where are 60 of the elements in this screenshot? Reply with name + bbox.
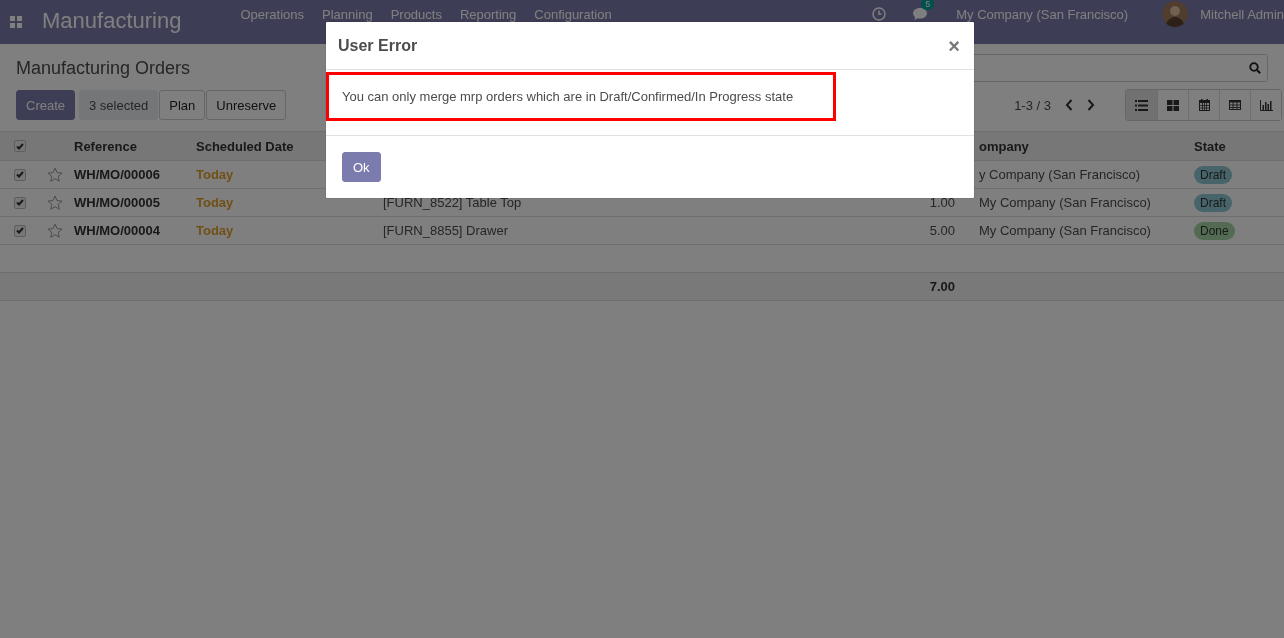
action-button[interactable]: Unreserve — [206, 90, 287, 120]
table-cell: 5.00 — [929, 223, 955, 238]
table-cell: My Company (San Francisco) — [979, 195, 1151, 210]
menu-item[interactable]: Products — [381, 6, 451, 22]
close-button[interactable]: × — [946, 35, 962, 56]
error-message: You can only merge mrp orders which are in Draft/Confirmed/In Progress state — [326, 72, 836, 121]
table-view-icon — [1229, 100, 1241, 110]
breadcrumb: Manufacturing Orders — [16, 57, 191, 79]
company-switcher[interactable]: My Company (San Francisco) — [956, 6, 1129, 22]
kanban-view-icon — [1167, 99, 1179, 111]
view-switch-button[interactable] — [1126, 90, 1157, 120]
user-name[interactable]: Mitchell Admin — [1200, 6, 1284, 22]
notification-badge: 5 — [921, 0, 935, 10]
table-cell: Today — [196, 167, 234, 182]
menu-item[interactable]: Configuration — [525, 6, 621, 22]
menu-item[interactable]: Planning — [313, 6, 382, 22]
table-cell: My Company (San Francisco) — [979, 223, 1151, 238]
table-cell: Today — [196, 195, 234, 210]
apps-menu-icon[interactable] — [10, 16, 22, 28]
table-cell: WH/MO/00005 — [74, 195, 160, 210]
star-icon[interactable] — [47, 167, 63, 182]
table-cell: WH/MO/00004 — [74, 223, 160, 238]
checkbox[interactable] — [14, 224, 26, 237]
star-icon[interactable] — [47, 223, 63, 238]
table-cell: 1.00 — [929, 195, 955, 210]
pager-value[interactable]: 1-3 / 3 — [1014, 97, 1051, 113]
total-value: 7.00 — [929, 279, 955, 294]
clock-icon[interactable] — [872, 7, 887, 21]
column-header[interactable]: State — [1190, 132, 1262, 160]
view-switch-button[interactable] — [1250, 90, 1281, 120]
app-title[interactable]: Manufacturing — [42, 8, 182, 34]
next-icon[interactable] — [1087, 99, 1095, 111]
list-view-icon — [1135, 99, 1148, 111]
menu-item[interactable]: Reporting — [450, 6, 526, 22]
previous-icon[interactable] — [1065, 99, 1073, 111]
ok-button[interactable]: Ok — [342, 152, 381, 182]
status-badge: Draft — [1194, 193, 1232, 212]
search-icon[interactable] — [1249, 62, 1261, 74]
table-cell: WH/MO/00006 — [74, 167, 160, 182]
star-icon[interactable] — [47, 195, 63, 210]
column-header[interactable]: Reference — [70, 132, 192, 160]
user-avatar[interactable] — [1162, 1, 1189, 27]
status-badge: Done — [1194, 221, 1235, 240]
action-button[interactable]: 3 selected — [79, 90, 159, 120]
table-cell: y Company (San Francisco) — [979, 167, 1141, 182]
column-header[interactable]: ompany — [975, 132, 1190, 160]
action-button[interactable]: Plan — [159, 90, 206, 120]
table-cell: Today — [196, 223, 234, 238]
checkbox[interactable] — [14, 168, 26, 181]
status-badge: Draft — [1194, 165, 1232, 184]
menu-item[interactable]: Operations — [231, 6, 313, 22]
bar-chart-icon — [1259, 99, 1273, 111]
table-cell: [FURN_8522] Table Top — [383, 195, 522, 210]
dialog-title: User Error — [338, 36, 418, 55]
checkbox[interactable] — [14, 140, 26, 152]
action-button[interactable]: Create — [16, 90, 76, 120]
calendar-view-icon — [1198, 99, 1210, 111]
checkbox[interactable] — [14, 196, 26, 209]
table-cell: [FURN_8855] Drawer — [383, 223, 508, 238]
chat-icon[interactable] — [912, 7, 929, 21]
